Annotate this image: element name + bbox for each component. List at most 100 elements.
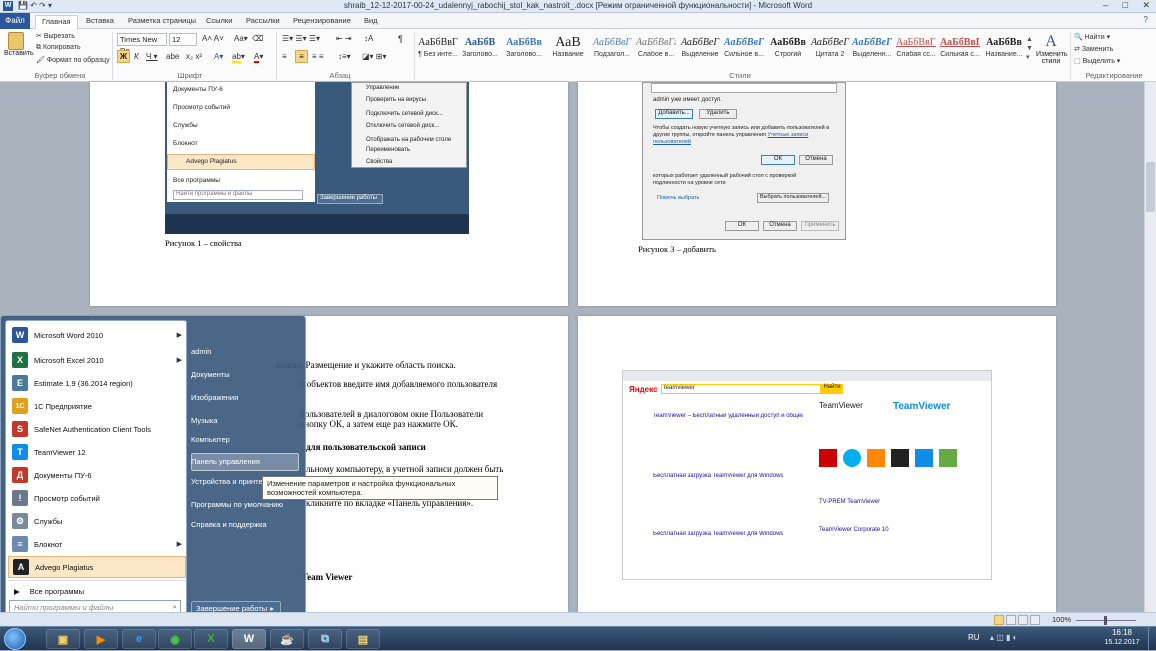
indent-buttons[interactable]: ⇤ ⇥: [336, 34, 352, 43]
sm-right-control-panel[interactable]: Панель управления: [191, 457, 260, 466]
sm-right-admin[interactable]: admin: [191, 347, 211, 356]
select-button[interactable]: ⬚ Выделить ▾: [1074, 57, 1120, 65]
show-desktop-button[interactable]: [1148, 627, 1156, 651]
shading-button[interactable]: ◪▾ ⊞▾: [362, 52, 387, 61]
sm-item-1c[interactable]: 1C 1С Предприятие: [8, 395, 186, 417]
underline-button[interactable]: Ч ▾: [146, 52, 158, 61]
start-button[interactable]: [4, 628, 26, 650]
print-layout-icon[interactable]: [994, 615, 1004, 625]
italic-button[interactable]: К: [134, 52, 139, 61]
font-color-button[interactable]: A▾: [254, 52, 263, 63]
page-4[interactable]: Яндекс teamviewer Найти TeamViewer – Бес…: [578, 316, 1056, 628]
style-intense-quote[interactable]: АаБбВеГ Выделенн...: [852, 35, 892, 65]
font-name-select[interactable]: Times New Ro: [117, 33, 167, 55]
bullets-button[interactable]: ☰▾ ☰▾ ☰▾: [282, 34, 320, 43]
view-buttons[interactable]: [994, 615, 1048, 626]
styles-scroll[interactable]: ▲ ▼ ▾: [1026, 35, 1033, 62]
sm-item-estimate[interactable]: E Estimate 1.9 (36.2014 region): [8, 372, 186, 394]
style-no-spacing[interactable]: АаБбВвГ ¶ Без инте...: [418, 35, 458, 65]
sm-right-computer[interactable]: Компьютер: [191, 435, 230, 444]
sm-all-programs[interactable]: ▶ Все программы: [8, 580, 186, 602]
clear-format-icon[interactable]: ⌫: [252, 34, 263, 43]
align-center-button[interactable]: ≡: [295, 50, 308, 63]
sm-item-services[interactable]: ⚙ Службы: [8, 510, 186, 532]
web-layout-icon[interactable]: [1018, 615, 1028, 625]
minimize-button[interactable]: –: [1103, 0, 1108, 10]
reading-icon[interactable]: [1006, 615, 1016, 625]
style-heading-2[interactable]: АаБбВв Заголово...: [504, 35, 544, 65]
align-right-button[interactable]: ≡ ≡: [312, 52, 324, 61]
style-book-title[interactable]: АаБбВв Название...: [984, 35, 1024, 65]
sm-right-help[interactable]: Справка и поддержка: [191, 520, 267, 529]
tab-insert[interactable]: Вставка: [86, 15, 114, 29]
zoom-thumb[interactable]: [1104, 616, 1107, 625]
strikethrough-button[interactable]: abe: [166, 52, 179, 61]
style-strong[interactable]: АаБбВв Строгий: [768, 35, 808, 65]
sm-item-advego[interactable]: A Advego Plagiatus: [8, 556, 186, 578]
copy-button[interactable]: ⧉ Копировать: [36, 44, 81, 52]
cut-button[interactable]: ✂ Вырезать: [36, 32, 75, 40]
replace-button[interactable]: ⇄ Заменить: [1074, 45, 1113, 53]
clock-date[interactable]: 15.12.2017: [1098, 639, 1146, 646]
text-effects-button[interactable]: A▾: [214, 52, 223, 61]
chrome-icon[interactable]: ◉: [158, 629, 192, 649]
folder-icon[interactable]: ▤: [346, 629, 380, 649]
style-intense-emphasis[interactable]: АаБбВвГг Сильное в...: [724, 35, 764, 65]
change-styles-button[interactable]: A Изменить стили: [1036, 33, 1068, 65]
highlight-button[interactable]: ab▾: [232, 52, 245, 63]
find-button[interactable]: 🔍 Найти ▾: [1074, 33, 1110, 41]
explorer-icon[interactable]: ▣: [46, 629, 80, 649]
sm-item-event-viewer[interactable]: ! Просмотр событий: [8, 487, 186, 509]
sm-item-safenet[interactable]: S SafeNet Authentication Client Tools: [8, 418, 186, 440]
tab-review[interactable]: Рецензирование: [293, 15, 351, 29]
style-quote-2[interactable]: АаБбВеГ Цитата 2: [810, 35, 850, 65]
change-case-button[interactable]: Aa▾: [234, 34, 248, 43]
grow-font-button[interactable]: A˄ A˅: [202, 34, 224, 43]
line-spacing-button[interactable]: ↕≡▾: [338, 52, 351, 61]
style-subtle-emphasis[interactable]: АаБбВвГг Слабое в...: [636, 35, 676, 65]
vertical-scrollbar[interactable]: [1144, 82, 1156, 612]
paste-button[interactable]: Вставить: [4, 32, 34, 60]
excel-taskbar-icon[interactable]: X: [194, 629, 228, 649]
format-painter-button[interactable]: 🖌 Формат по образцу: [36, 56, 110, 64]
page-2[interactable]: admin уже имеет доступ. Добавить... Удал…: [578, 82, 1056, 306]
tab-view[interactable]: Вид: [364, 15, 378, 29]
ie-icon[interactable]: e: [122, 629, 156, 649]
sm-item-word[interactable]: W Microsoft Word 2010 ▶: [8, 324, 186, 346]
style-subtitle[interactable]: АаБбВвГ Подзагол...: [592, 35, 632, 65]
subscript-button[interactable]: x₂ x²: [186, 52, 202, 61]
outline-icon[interactable]: [1030, 615, 1040, 625]
style-heading-1[interactable]: АаБбВ Заголово...: [460, 35, 500, 65]
style-title[interactable]: АаВ Название: [548, 35, 588, 65]
tab-page-layout[interactable]: Разметка страницы: [128, 15, 196, 29]
maximize-button[interactable]: □: [1123, 0, 1128, 10]
font-size-select[interactable]: 12: [169, 33, 197, 46]
scroll-thumb[interactable]: [1146, 162, 1155, 212]
tab-mailings[interactable]: Рассылки: [246, 15, 280, 29]
sm-item-notepad[interactable]: ≡ Блокнот ▶: [8, 533, 186, 555]
style-emphasis[interactable]: АаБбВеГ Выделение: [680, 35, 720, 65]
close-button[interactable]: ✕: [1142, 0, 1150, 11]
sort-button[interactable]: ↕A: [364, 34, 373, 43]
word-taskbar-icon[interactable]: W: [232, 629, 266, 649]
tab-file[interactable]: Файл: [0, 13, 30, 29]
sm-item-excel[interactable]: X Microsoft Excel 2010 ▶: [8, 349, 186, 371]
show-marks-button[interactable]: ¶: [398, 34, 403, 44]
tab-references[interactable]: Ссылки: [206, 15, 232, 29]
help-icon[interactable]: ?: [1144, 15, 1148, 24]
bold-button[interactable]: Ж: [117, 50, 130, 63]
tab-home[interactable]: Главная: [35, 15, 78, 29]
sm-right-music[interactable]: Музыка: [191, 416, 218, 425]
language-indicator[interactable]: RU: [968, 633, 980, 642]
media-player-icon[interactable]: ▶: [84, 629, 118, 649]
sm-right-documents[interactable]: Документы: [191, 370, 230, 379]
sm-right-pictures[interactable]: Изображения: [191, 393, 238, 402]
sm-right-default-programs[interactable]: Программы по умолчанию: [191, 500, 283, 509]
style-intense-reference[interactable]: АаБбВвГгСильная с...: [940, 35, 980, 65]
remote-desktop-icon[interactable]: ⧉: [308, 629, 342, 649]
page-1[interactable]: Документы ПУ-6 Просмотр событий Службы Б…: [90, 82, 568, 306]
style-subtle-reference[interactable]: АаБбВвГг Слабая сс...: [896, 35, 936, 65]
sm-right-devices[interactable]: Устройства и принтеры: [191, 477, 263, 486]
zoom-level[interactable]: 100%: [1052, 615, 1071, 624]
sm-item-teamviewer[interactable]: T TeamViewer 12: [8, 441, 186, 463]
